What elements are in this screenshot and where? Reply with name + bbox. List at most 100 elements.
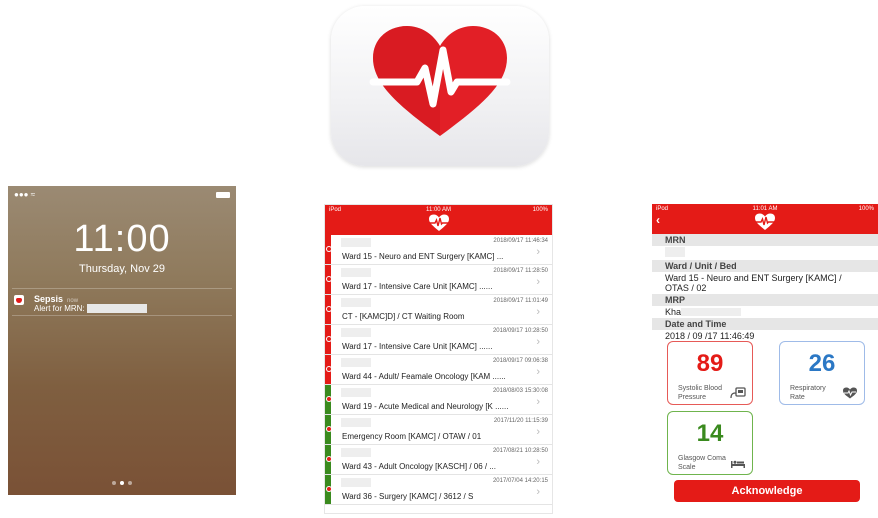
chevron-right-icon: › [536, 306, 540, 318]
battery-label: 100% [532, 207, 548, 213]
respiratory-rate-card[interactable]: 26 Respiratory Rate [779, 341, 865, 405]
systolic-bp-card[interactable]: 89 Systolic Blood Pressure [667, 341, 753, 405]
alert-location: Ward 43 - Adult Oncology [KASCH] / 06 / … [342, 462, 496, 471]
systolic-bp-label-1: Systolic Blood [678, 385, 722, 392]
chevron-right-icon: › [536, 366, 540, 378]
redacted-patient-name [341, 268, 371, 277]
heart-badge-icon [326, 276, 332, 282]
alert-list-screen: iPod 11:00 AM 100% 2018/09/17 11:46:34 Wa… [324, 204, 553, 514]
alert-list-item[interactable]: 2018/09/17 10:28:50 Ward 17 - Intensive C… [325, 325, 552, 355]
alert-list-item[interactable]: 2018/09/17 11:46:34 Ward 15 - Neuro and E… [325, 235, 552, 265]
alert-location: Ward 36 - Surgery [KAMC] / 3612 / S [342, 492, 474, 501]
alert-list-item[interactable]: 2018/09/17 11:28:50 Ward 17 - Intensive C… [325, 265, 552, 295]
chevron-right-icon: › [536, 486, 540, 498]
app-notification-icon [14, 295, 24, 305]
redacted-patient-name [341, 448, 371, 457]
respiratory-rate-label-2: Rate [790, 394, 805, 401]
chevron-right-icon: › [536, 456, 540, 468]
redacted-name [681, 308, 742, 316]
heart-badge-icon [326, 366, 332, 372]
datetime-label: Date and Time [652, 318, 878, 330]
alert-location: CT - [KAMC]D] / CT Waiting Room [342, 312, 465, 321]
mrp-label: MRP [652, 294, 878, 306]
back-chevron-icon[interactable]: ‹ [656, 213, 660, 227]
battery-label: 100% [858, 206, 874, 212]
alert-timestamp: 2018/08/03 15:30:08 [492, 388, 548, 394]
alert-detail-screen: iPod 11:01 AM 100% ‹ MRN Ward / Unit / B… [652, 204, 878, 518]
redacted-mrn [86, 304, 147, 313]
status-time: 11:01 AM [752, 206, 778, 212]
alert-location: Ward 19 - Acute Medical and Neurology [K… [342, 402, 509, 411]
heart-badge-icon [326, 336, 332, 342]
redacted-patient-name [341, 238, 371, 247]
heart-badge-icon [326, 486, 332, 492]
mrp-value: Kha [652, 306, 878, 318]
redacted-patient-name [341, 478, 371, 487]
alert-timestamp: 2018/09/17 11:28:50 [493, 268, 548, 274]
redacted-mrn [665, 247, 685, 257]
status-time: 11:00 AM [426, 207, 451, 213]
heart-badge-icon [326, 396, 332, 402]
glasgow-coma-card[interactable]: 14 Glasgow Coma Scale [667, 411, 753, 475]
lock-screen: ●●● ≈ 11:00 Thursday, Nov 29 Sepsis now A… [8, 186, 236, 495]
ward-label: Ward / Unit / Bed [652, 260, 878, 272]
alert-timestamp: 2017/11/20 11:15:39 [493, 418, 548, 424]
notification-title: Sepsis [34, 294, 64, 304]
alert-timestamp: 2017/07/04 14:20:15 [492, 478, 548, 484]
glasgow-coma-label-1: Glasgow Coma [678, 455, 726, 462]
alert-list-item[interactable]: 2018/09/17 11:01:49 CT - [KAMC]D] / CT Wa… [325, 295, 552, 325]
alert-timestamp: 2018/09/17 11:01:49 [493, 298, 548, 304]
chevron-right-icon: › [536, 426, 540, 438]
app-icon[interactable] [331, 6, 549, 166]
heart-badge-icon [326, 456, 332, 462]
redacted-patient-name [341, 418, 371, 427]
lock-status-bar: ●●● ≈ [14, 190, 230, 200]
alert-location: Ward 15 - Neuro and ENT Surgery [KAMC] .… [342, 252, 504, 261]
signal-wifi-icon: ●●● ≈ [14, 190, 36, 199]
alert-location: Ward 17 - Intensive Care Unit [KAMC] ...… [342, 342, 493, 351]
mrn-label: MRN [652, 234, 878, 246]
heart-logo-icon [755, 213, 775, 230]
ward-value-line-1: Ward 15 - Neuro and ENT Surgery [KAMC] / [665, 273, 842, 283]
alert-timestamp: 2018/09/17 11:46:34 [493, 238, 548, 244]
glasgow-coma-value: 14 [696, 420, 724, 447]
redacted-patient-name [341, 388, 371, 397]
redacted-patient-name [341, 328, 371, 337]
page-dots [8, 472, 236, 490]
blood-pressure-icon [730, 387, 746, 399]
detail-header: iPod 11:01 AM 100% ‹ [652, 204, 878, 234]
lock-date: Thursday, Nov 29 [78, 263, 165, 275]
chevron-right-icon: › [536, 336, 540, 348]
glasgow-coma-label-2: Scale [678, 464, 696, 471]
redacted-patient-name [341, 298, 371, 307]
heart-badge-icon [326, 246, 332, 252]
alert-list-item[interactable]: 2018/08/03 15:30:08 Ward 19 - Acute Medic… [325, 385, 552, 415]
respiratory-rate-value: 26 [808, 350, 836, 377]
alert-list-item[interactable]: 2017/11/20 11:15:39 Emergency Room [KAMC]… [325, 415, 552, 445]
heart-logo-icon [428, 214, 449, 231]
mrn-value [652, 246, 878, 260]
alert-list-item[interactable]: 2017/07/04 14:20:15 Ward 36 - Surgery [KA… [325, 475, 552, 505]
redacted-patient-name [341, 358, 371, 367]
alert-location: Ward 44 - Adult/ Feamale Oncology [KAM .… [342, 372, 506, 381]
chevron-right-icon: › [536, 246, 540, 258]
list-header: iPod 11:00 AM 100% [325, 205, 552, 235]
acknowledge-button[interactable]: Acknowledge [674, 480, 860, 502]
lock-time: 11:00 [73, 218, 171, 260]
alert-list-item[interactable]: 2018/09/17 09:06:38 Ward 44 - Adult/ Feam… [325, 355, 552, 385]
alert-timestamp: 2018/09/17 09:06:38 [492, 358, 548, 364]
notification-body: Alert for MRN: [34, 304, 85, 313]
heart-rate-icon [843, 387, 857, 399]
alert-timestamp: 2018/09/17 10:28:50 [492, 328, 548, 334]
alert-location: Emergency Room [KAMC] / OTAW / 01 [342, 432, 482, 441]
chevron-right-icon: › [536, 276, 540, 288]
heart-badge-icon [326, 306, 332, 312]
mrp-name: Kha [665, 307, 682, 317]
sepsis-notification[interactable]: Sepsis now Alert for MRN: [12, 288, 232, 316]
heart-badge-icon [326, 426, 332, 432]
battery-icon [216, 192, 230, 198]
heart-pulse-icon [369, 26, 511, 136]
alert-list-item[interactable]: 2017/08/21 10:28:50 Ward 43 - Adult Oncol… [325, 445, 552, 475]
chevron-right-icon: › [536, 396, 540, 408]
bed-icon [731, 460, 745, 468]
